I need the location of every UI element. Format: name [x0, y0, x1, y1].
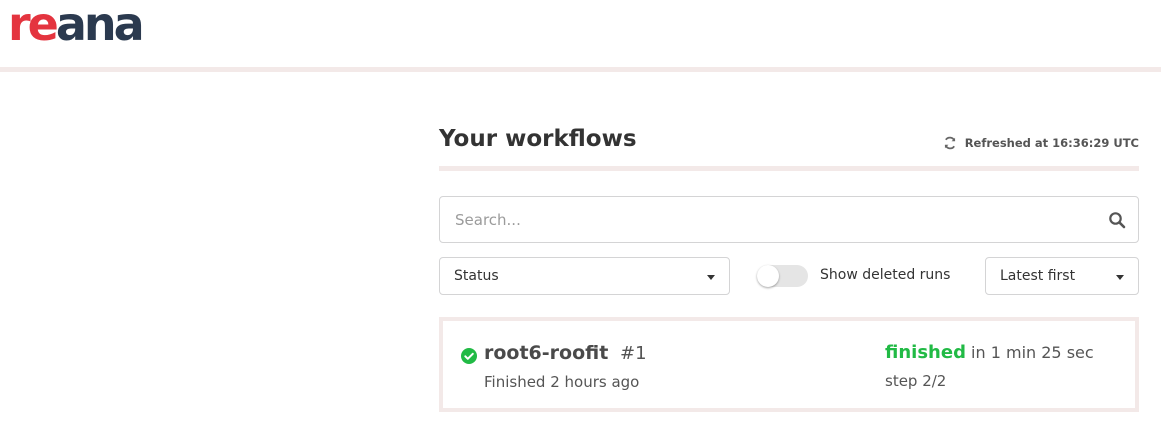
show-deleted-label: Show deleted runs [820, 267, 951, 283]
check-circle-icon [461, 348, 477, 364]
caret-down-icon [1116, 275, 1124, 280]
workflow-status-state: finished [885, 342, 966, 363]
search-icon[interactable] [1108, 211, 1126, 229]
header-divider [0, 67, 1161, 72]
refresh-status[interactable]: Refreshed at 16:36:29 UTC [943, 136, 1139, 150]
sort-order-label: Latest first [1000, 268, 1076, 284]
search-box[interactable] [439, 196, 1139, 243]
reana-logo[interactable]: reana [8, 1, 145, 47]
title-divider [439, 166, 1139, 171]
status-filter-dropdown[interactable]: Status [439, 257, 730, 295]
sort-order-dropdown[interactable]: Latest first [985, 257, 1139, 295]
caret-down-icon [707, 275, 715, 280]
top-header: reana [0, 0, 1161, 68]
workflow-card[interactable]: root6-roofit #1 Finished 2 hours ago fin… [439, 317, 1139, 412]
logo-part-ana: ana [55, 0, 145, 51]
toggle-knob [757, 265, 779, 287]
workflow-name[interactable]: root6-roofit [484, 342, 608, 364]
logo-part-re: re [8, 0, 59, 51]
show-deleted-toggle[interactable] [757, 265, 808, 287]
workflow-run-number: #1 [620, 343, 647, 364]
workflow-finished-time: Finished 2 hours ago [484, 373, 640, 391]
status-filter-label: Status [454, 268, 499, 284]
page-title: Your workflows [439, 126, 637, 152]
workflow-step: step 2/2 [885, 372, 947, 390]
refreshed-at-text: Refreshed at 16:36:29 UTC [964, 136, 1139, 150]
refresh-icon[interactable] [943, 136, 957, 150]
workflow-status: finished in 1 min 25 sec [885, 342, 1094, 363]
workflow-duration: in 1 min 25 sec [971, 343, 1094, 362]
search-input[interactable] [455, 209, 1075, 231]
